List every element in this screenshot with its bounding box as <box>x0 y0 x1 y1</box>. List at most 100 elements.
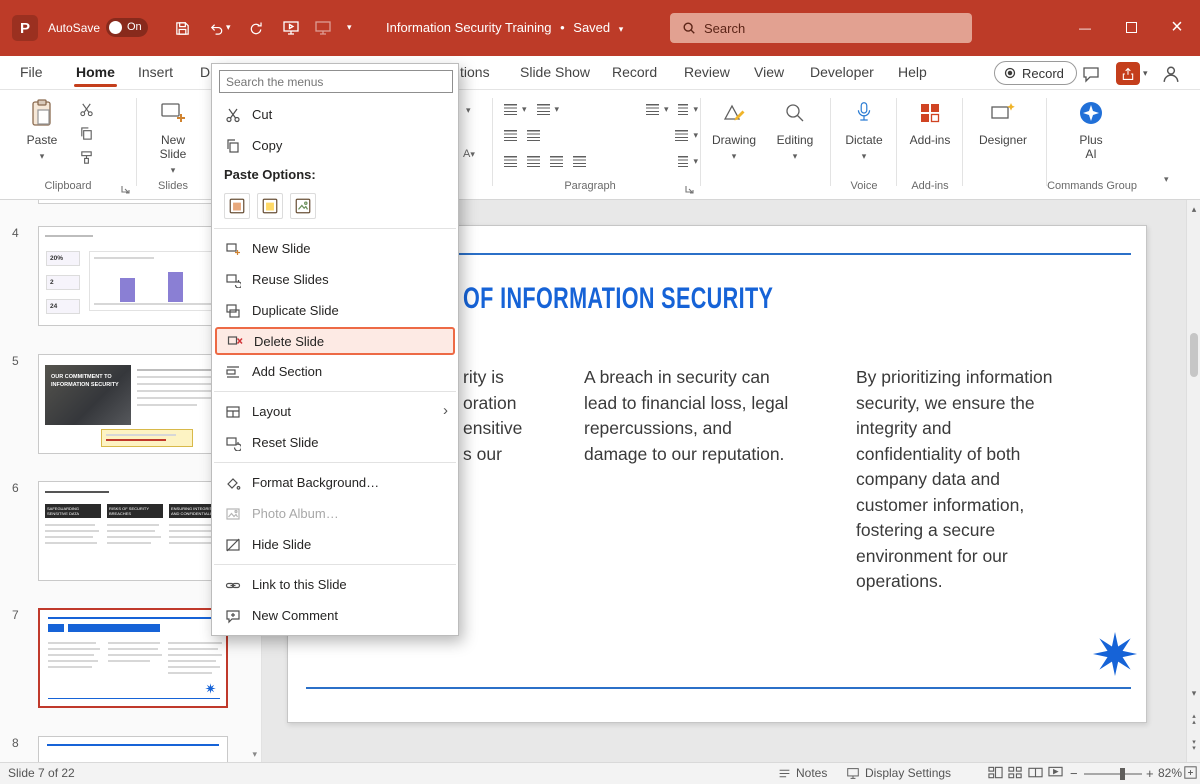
menu-item-copy[interactable]: Copy <box>212 130 458 161</box>
plus-ai-button[interactable]: Plus AI <box>1062 96 1120 161</box>
close-button[interactable] <box>1154 0 1200 55</box>
slideshow-view-icon[interactable] <box>1048 766 1063 780</box>
keep-source-formatting-icon[interactable] <box>224 193 250 219</box>
start-presentation-icon[interactable] <box>281 18 301 38</box>
menu-item-delete-slide[interactable]: Delete Slide <box>215 327 455 355</box>
slide-4-thumbnail[interactable]: 20% 2 24 <box>38 226 228 326</box>
new-slide-button[interactable]: New Slide <box>146 96 200 178</box>
menu-item-reuse-slides[interactable]: Reuse Slides <box>212 264 458 295</box>
previous-slide-icon[interactable] <box>1187 714 1200 726</box>
tab-record[interactable]: Record <box>612 64 657 80</box>
slide-3-thumbnail-edge[interactable] <box>38 200 228 204</box>
zoom-percent[interactable]: 82% <box>1158 766 1182 780</box>
menu-item-cut[interactable]: Cut <box>212 99 458 130</box>
normal-view-icon[interactable] <box>988 766 1003 780</box>
increase-indent-icon[interactable] <box>527 130 540 141</box>
record-button[interactable]: Record <box>994 61 1077 85</box>
columns-icon[interactable] <box>675 130 688 141</box>
body-column-2[interactable]: A breach in security can lead to financi… <box>584 365 788 467</box>
paste-button[interactable]: Paste <box>18 96 66 164</box>
text-direction-icon[interactable] <box>678 104 688 115</box>
paste-as-picture-icon[interactable] <box>290 193 316 219</box>
pane-scroll-down-icon[interactable] <box>252 749 257 760</box>
line-spacing-icon[interactable] <box>646 104 659 115</box>
tab-developer[interactable]: Developer <box>810 64 874 80</box>
fit-to-window-icon[interactable] <box>1184 766 1197 779</box>
powerpoint-logo-icon[interactable] <box>12 15 38 41</box>
scrollbar-thumb[interactable] <box>1190 333 1198 377</box>
numbering-icon[interactable] <box>537 104 550 115</box>
zoom-slider[interactable] <box>1084 773 1142 775</box>
dictate-button[interactable]: Dictate <box>838 96 890 164</box>
menu-item-format-background[interactable]: Format Background… <box>212 467 458 498</box>
menu-item-hide-slide[interactable]: Hide Slide <box>212 529 458 560</box>
editing-button[interactable]: Editing <box>768 96 822 164</box>
use-destination-theme-icon[interactable] <box>257 193 283 219</box>
slide-7-thumbnail-selected[interactable] <box>38 608 228 708</box>
menu-item-new-slide[interactable]: New Slide <box>212 233 458 264</box>
document-title[interactable]: Information Security Training • Saved <box>386 20 628 35</box>
account-icon[interactable] <box>1160 63 1182 85</box>
columns-dropdown-icon[interactable] <box>693 130 698 141</box>
menu-search-input[interactable] <box>219 70 453 93</box>
menu-item-reset-slide[interactable]: Reset Slide <box>212 427 458 458</box>
reading-view-icon[interactable] <box>1028 766 1043 780</box>
slide-title[interactable]: OF INFORMATION SECURITY <box>463 282 773 316</box>
comments-icon[interactable] <box>1080 63 1102 85</box>
maximize-button[interactable] <box>1108 0 1154 55</box>
notes-button[interactable]: Notes <box>778 766 827 780</box>
body-column-1[interactable]: rity is oration ensitive s our <box>463 365 522 467</box>
touch-mode-icon[interactable] <box>313 18 333 38</box>
paragraph-dialog-launcher-icon[interactable] <box>684 181 696 193</box>
bullets-dropdown-icon[interactable] <box>522 104 527 115</box>
font-color-icon[interactable]: A <box>463 148 475 160</box>
next-slide-icon[interactable] <box>1187 740 1200 752</box>
undo-icon[interactable] <box>206 18 226 38</box>
redo-icon[interactable] <box>246 18 266 38</box>
designer-button[interactable]: Designer <box>974 96 1032 147</box>
minimize-button[interactable] <box>1062 0 1108 55</box>
bullets-icon[interactable] <box>504 104 517 115</box>
tab-slide-show[interactable]: Slide Show <box>520 64 590 80</box>
menu-item-duplicate-slide[interactable]: Duplicate Slide <box>212 295 458 326</box>
font-dropdown-icon[interactable] <box>466 104 471 116</box>
menu-item-link-to-slide[interactable]: Link to this Slide <box>212 569 458 600</box>
body-column-3[interactable]: By prioritizing information security, we… <box>856 365 1052 595</box>
smartart-dropdown-icon[interactable] <box>693 156 698 167</box>
tab-review[interactable]: Review <box>684 64 730 80</box>
justify-icon[interactable] <box>573 156 586 167</box>
share-button[interactable] <box>1116 62 1140 85</box>
cut-button[interactable] <box>74 98 98 120</box>
align-center-icon[interactable] <box>527 156 540 167</box>
save-icon[interactable] <box>172 18 192 38</box>
align-left-icon[interactable] <box>504 156 517 167</box>
drawing-button[interactable]: Drawing <box>706 96 762 164</box>
decrease-indent-icon[interactable] <box>504 130 517 141</box>
format-painter-button[interactable] <box>74 146 98 168</box>
scroll-down-icon[interactable] <box>1187 688 1200 698</box>
line-spacing-dropdown-icon[interactable] <box>664 104 669 115</box>
text-direction-dropdown-icon[interactable] <box>693 104 698 115</box>
tab-help[interactable]: Help <box>898 64 927 80</box>
search-input[interactable]: Search <box>670 13 972 43</box>
tab-animations-partial[interactable]: tions <box>460 64 490 80</box>
clipboard-dialog-launcher-icon[interactable] <box>120 181 132 193</box>
tab-file[interactable]: File <box>20 64 43 80</box>
slide-8-thumbnail[interactable] <box>38 736 228 762</box>
copy-button[interactable] <box>74 122 98 144</box>
slide-sorter-view-icon[interactable] <box>1008 766 1023 780</box>
zoom-out-button[interactable] <box>1070 766 1078 781</box>
undo-dropdown-icon[interactable] <box>226 22 231 33</box>
slide-6-thumbnail[interactable]: SAFEGUARDING SENSITIVE DATA RISKS OF SEC… <box>38 481 228 581</box>
quick-access-dropdown-icon[interactable] <box>347 22 352 33</box>
zoom-slider-thumb[interactable] <box>1120 768 1125 780</box>
slide-5-thumbnail[interactable]: OUR COMMITMENT TO INFORMATION SECURITY <box>38 354 228 454</box>
menu-item-layout[interactable]: Layout <box>212 396 458 427</box>
collapse-ribbon-icon[interactable] <box>1164 174 1169 185</box>
tab-home[interactable]: Home <box>76 64 115 80</box>
share-dropdown-icon[interactable] <box>1143 68 1148 79</box>
tab-draw-partial[interactable]: D <box>200 64 210 80</box>
tab-insert[interactable]: Insert <box>138 64 173 80</box>
scroll-up-icon[interactable] <box>1187 204 1200 214</box>
numbering-dropdown-icon[interactable] <box>555 104 560 115</box>
